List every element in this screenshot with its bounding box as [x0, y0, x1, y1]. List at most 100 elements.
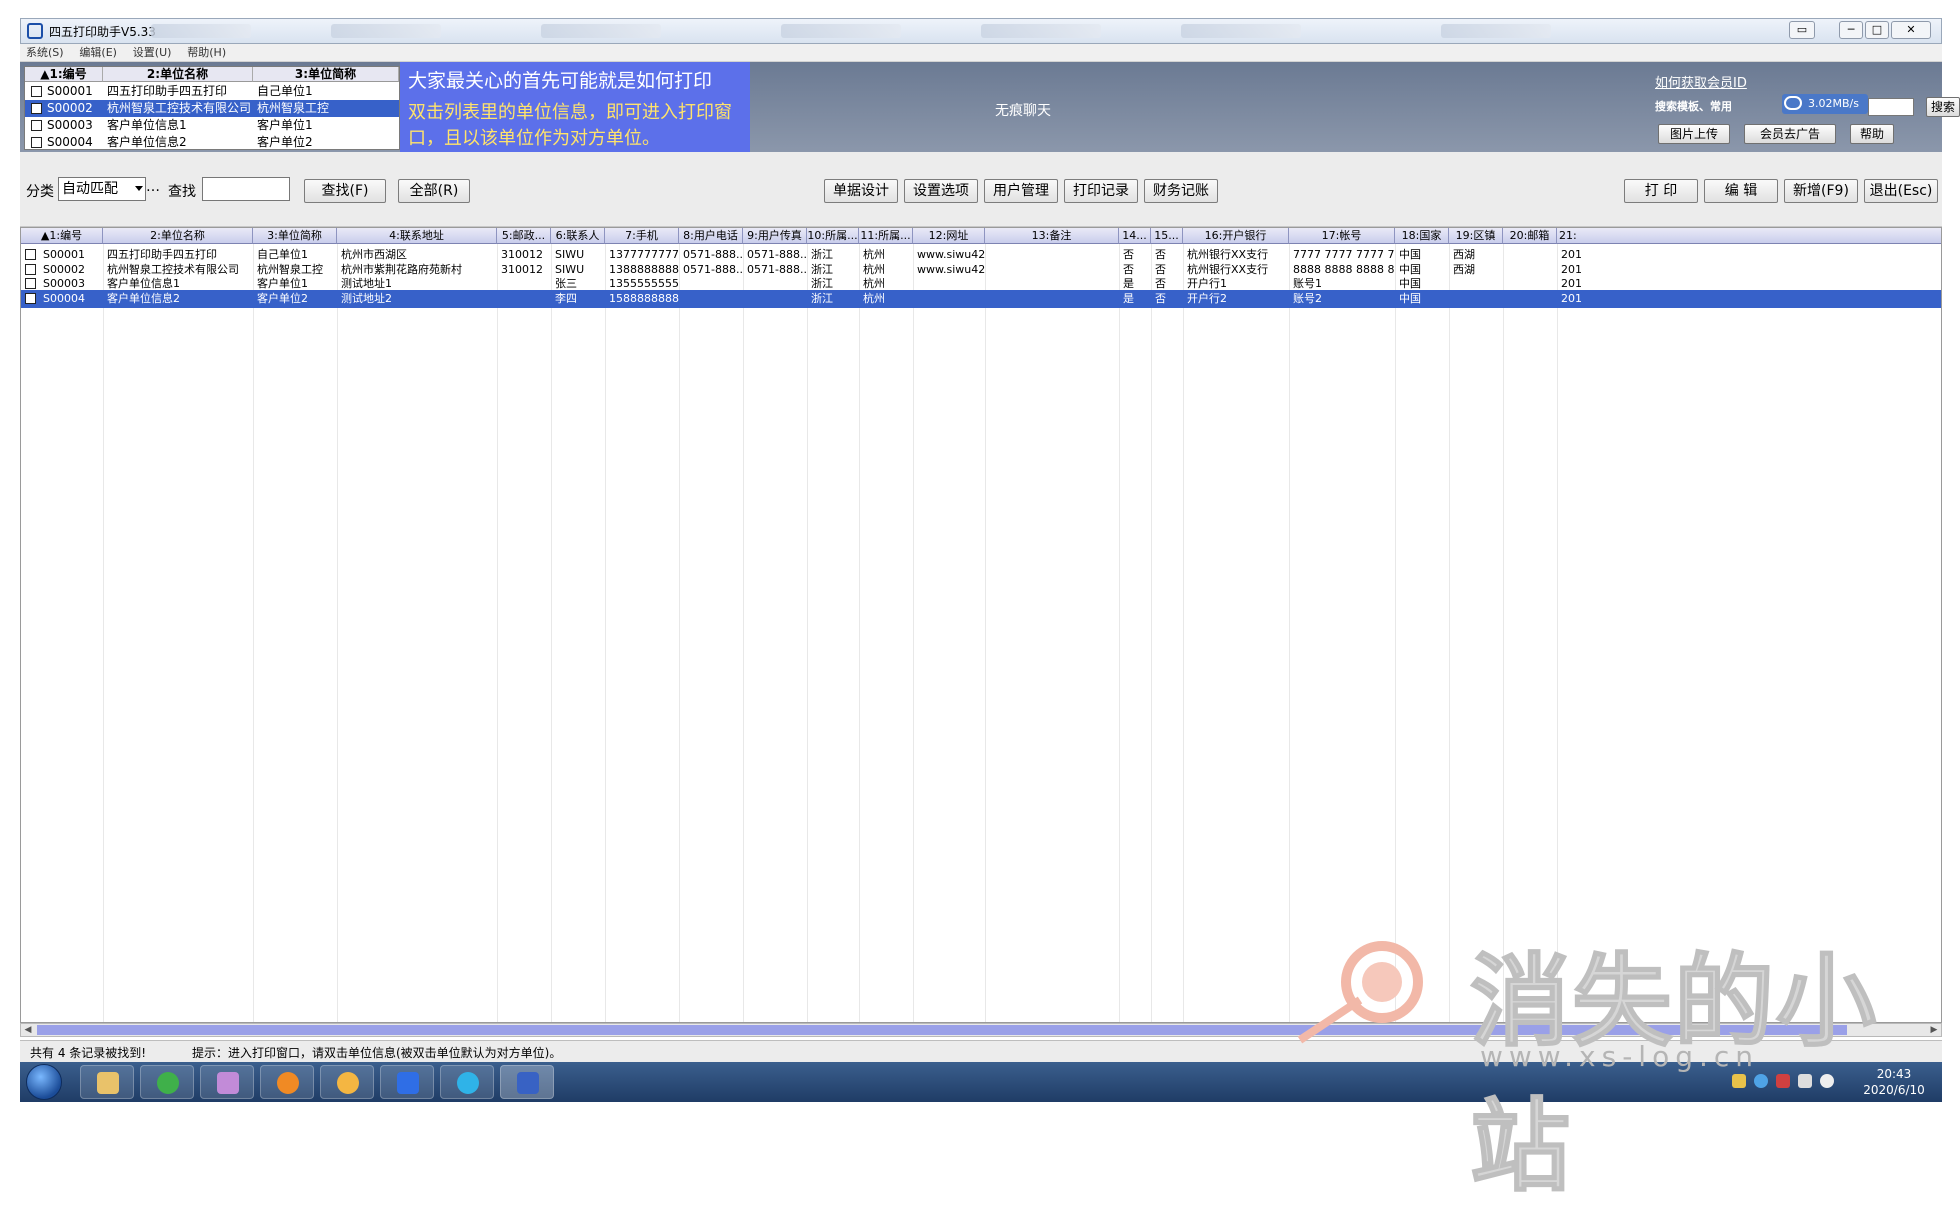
tip-banner: 大家最关心的首先可能就是如何打印 双击列表里的单位信息，即可进入打印窗口，且以该…: [400, 62, 750, 152]
menu-system[interactable]: 系统(S): [20, 44, 70, 62]
table-cell: 李四: [555, 291, 577, 305]
col-header[interactable]: 19:区镇: [1449, 228, 1503, 244]
col-header[interactable]: 2:单位名称: [103, 228, 253, 244]
find-input[interactable]: [202, 177, 290, 201]
row-checkbox[interactable]: [31, 103, 42, 114]
table-row[interactable]: S00004 客户单位信息2 客户单位2 测试地址2 李四 15888888888 浙江 杭州…: [21, 289, 1941, 308]
mini-row-selected[interactable]: S00002 杭州智泉工控技术有限公司 杭州智泉工控: [25, 100, 399, 117]
speed-text: 3.02MB/s: [1808, 97, 1859, 110]
col-header[interactable]: 13:备注: [985, 228, 1119, 244]
mini-row[interactable]: S00004 客户单位信息2 客户单位2: [25, 134, 399, 151]
minimize-button[interactable]: ─: [1839, 21, 1863, 39]
exit-button[interactable]: 退出(Esc): [1864, 179, 1938, 203]
col-header[interactable]: 4:联系地址: [337, 228, 497, 244]
menu-edit[interactable]: 编辑(E): [73, 44, 123, 62]
unit-mini-grid: ▲1:编号 2:单位名称 3:单位简称 S00001 四五打印助手四五打印 自己…: [24, 66, 400, 150]
taskbar-app[interactable]: [140, 1065, 194, 1099]
restore-view-button[interactable]: ▭: [1789, 21, 1815, 39]
taskbar-app[interactable]: [260, 1065, 314, 1099]
search-button[interactable]: 搜索: [1926, 97, 1960, 117]
blurred-tab: [781, 24, 901, 38]
cell-name: 四五打印助手四五打印: [107, 84, 228, 98]
folder-icon: [97, 1072, 119, 1094]
taskbar-app[interactable]: [80, 1065, 134, 1099]
grid-line: [1119, 244, 1120, 1022]
table-cell: 中国: [1399, 291, 1421, 305]
row-checkbox[interactable]: [31, 86, 42, 97]
col-header[interactable]: 21:: [1557, 228, 1941, 244]
col-header[interactable]: 11:所属...: [859, 228, 913, 244]
col-header[interactable]: ▲1:编号: [21, 228, 103, 244]
mini-row[interactable]: S00003 客户单位信息1 客户单位1: [25, 117, 399, 134]
scroll-left-icon[interactable]: ◀: [22, 1025, 34, 1035]
col-header[interactable]: 6:联系人: [551, 228, 605, 244]
refresh-icon: [157, 1072, 179, 1094]
col-header[interactable]: 7:手机: [605, 228, 679, 244]
cell-id: S00001: [47, 84, 93, 98]
col-header[interactable]: 16:开户银行: [1183, 228, 1289, 244]
cell-short: 杭州智泉工控: [257, 101, 330, 115]
taskbar-app[interactable]: [380, 1065, 434, 1099]
col-header[interactable]: 17:帐号: [1289, 228, 1395, 244]
blurred-tab: [151, 24, 251, 38]
edit-button[interactable]: 编 辑: [1704, 179, 1778, 203]
table-cell: 杭州: [863, 291, 885, 305]
menu-settings[interactable]: 设置(U): [127, 44, 178, 62]
close-button[interactable]: ✕: [1891, 21, 1931, 39]
mini-header-id[interactable]: ▲1:编号: [25, 67, 103, 82]
col-header[interactable]: 3:单位简称: [253, 228, 337, 244]
mini-header-short[interactable]: 3:单位简称: [253, 67, 399, 82]
category-value: 自动匹配: [62, 181, 118, 197]
new-button[interactable]: 新增(F9): [1784, 179, 1858, 203]
print-button[interactable]: 打 印: [1624, 179, 1698, 203]
grid-line: [743, 244, 744, 1022]
vip-id-link[interactable]: 如何获取会员ID: [1655, 72, 1747, 91]
mini-header-name[interactable]: 2:单位名称: [103, 67, 253, 82]
more-button[interactable]: …: [146, 179, 160, 195]
find-button[interactable]: 查找(F): [304, 179, 386, 203]
grid-line: [807, 244, 808, 1022]
row-checkbox[interactable]: [31, 120, 42, 131]
print-log-button[interactable]: 打印记录: [1064, 179, 1138, 203]
grid-line: [1503, 244, 1504, 1022]
col-header[interactable]: 15...: [1151, 228, 1183, 244]
template-search-input[interactable]: [1868, 98, 1914, 116]
taskbar-app[interactable]: [200, 1065, 254, 1099]
row-checkbox[interactable]: [25, 292, 36, 304]
taskbar-app[interactable]: [440, 1065, 494, 1099]
table-cell: 客户单位2: [257, 291, 308, 305]
form-design-button[interactable]: 单据设计: [824, 179, 898, 203]
start-button[interactable]: [26, 1064, 62, 1100]
col-header[interactable]: 20:邮箱: [1503, 228, 1557, 244]
table-cell: 否: [1155, 291, 1166, 305]
chat-label[interactable]: 无痕聊天: [995, 100, 1051, 120]
grid-line: [985, 244, 986, 1022]
taskbar-app-active[interactable]: [500, 1065, 554, 1099]
row-checkbox[interactable]: [31, 137, 42, 148]
row-checkbox[interactable]: [25, 263, 36, 275]
remove-ads-button[interactable]: 会员去广告: [1744, 124, 1836, 144]
maximize-button[interactable]: □: [1865, 21, 1889, 39]
col-header[interactable]: 5:邮政...: [497, 228, 551, 244]
blurred-tab: [1181, 24, 1301, 38]
window-title: 四五打印助手V5.33: [49, 25, 156, 39]
row-checkbox[interactable]: [25, 278, 36, 289]
taskbar-app[interactable]: [320, 1065, 374, 1099]
settings-options-button[interactable]: 设置选项: [904, 179, 978, 203]
help-button[interactable]: 帮助: [1850, 124, 1894, 144]
col-header[interactable]: 10:所属...: [807, 228, 859, 244]
finance-button[interactable]: 财务记账: [1144, 179, 1218, 203]
image-upload-button[interactable]: 图片上传: [1658, 124, 1730, 144]
show-all-button[interactable]: 全部(R): [398, 179, 470, 203]
mini-row[interactable]: S00001 四五打印助手四五打印 自己单位1: [25, 83, 399, 100]
col-header[interactable]: 14...: [1119, 228, 1151, 244]
row-checkbox[interactable]: [25, 249, 36, 260]
menu-bar: 系统(S) 编辑(E) 设置(U) 帮助(H): [20, 44, 1942, 62]
user-management-button[interactable]: 用户管理: [984, 179, 1058, 203]
col-header[interactable]: 8:用户电话: [679, 228, 743, 244]
category-select[interactable]: 自动匹配: [58, 177, 146, 201]
menu-help[interactable]: 帮助(H): [181, 44, 232, 62]
col-header[interactable]: 18:国家: [1395, 228, 1449, 244]
col-header[interactable]: 9:用户传真: [743, 228, 807, 244]
col-header[interactable]: 12:网址: [913, 228, 985, 244]
